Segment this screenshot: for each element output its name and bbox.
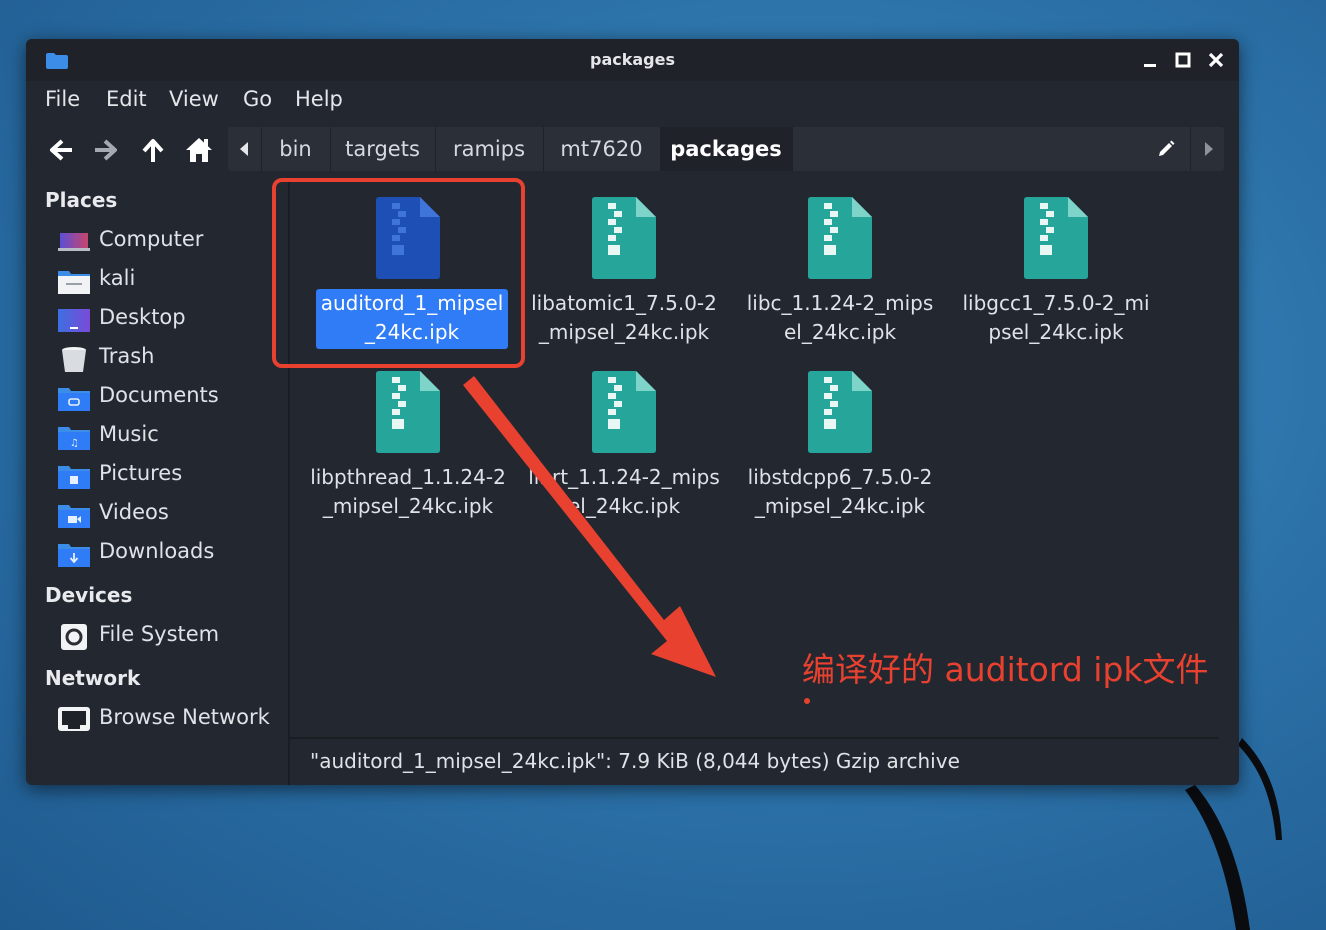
- sidebar-item-label: Music: [99, 422, 159, 446]
- edit-location-pencil-icon[interactable]: [1156, 139, 1176, 159]
- downloads-folder-icon: [58, 544, 90, 567]
- sidebar-item-label: Computer: [99, 227, 204, 251]
- close-icon[interactable]: [1205, 49, 1227, 71]
- sidebar: Places Computer kali Desktop Trash Docum…: [26, 179, 288, 785]
- archive-file-icon: [376, 197, 440, 279]
- archive-file-icon: [1024, 197, 1088, 279]
- sidebar-item-label: Pictures: [99, 461, 183, 485]
- window-title: packages: [590, 50, 675, 69]
- desktop-icon: [58, 309, 90, 332]
- chevron-left-icon: [240, 142, 248, 156]
- svg-text:♫: ♫: [70, 438, 79, 449]
- archive-file-icon: [808, 197, 872, 279]
- file-item-auditord[interactable]: auditord_1_mipsel _24kc.ipk: [300, 179, 516, 349]
- breadcrumb-bin[interactable]: bin: [261, 127, 331, 171]
- sidebar-item-label: File System: [99, 622, 220, 646]
- archive-file-icon: [592, 197, 656, 279]
- file-name: libgcc1_7.5.0-2_mi psel_24kc.ipk: [962, 291, 1150, 344]
- breadcrumb-scroll-right[interactable]: [1190, 127, 1225, 171]
- archive-file-icon: [808, 371, 872, 453]
- menu-bar: File Edit View Go Help: [26, 83, 1239, 119]
- status-bar: "auditord_1_mipsel_24kc.ipk": 7.9 KiB (8…: [290, 737, 1219, 785]
- navigation-toolbar: bin targets ramips mt7620 packages: [26, 127, 1239, 173]
- sidebar-section-network: Network: [45, 666, 141, 690]
- up-arrow-icon[interactable]: [138, 135, 168, 165]
- breadcrumb-scroll-left[interactable]: [228, 127, 262, 171]
- trash-icon: [62, 347, 86, 372]
- menu-view[interactable]: View: [169, 87, 219, 111]
- sidebar-item-label: Videos: [99, 500, 169, 524]
- home-folder-icon: [58, 271, 90, 294]
- file-name: librt_1.1.24-2_mips el_24kc.ipk: [528, 465, 720, 518]
- minimize-icon[interactable]: [1139, 49, 1161, 71]
- breadcrumb: bin targets ramips mt7620 packages: [228, 127, 1224, 171]
- title-bar: packages: [26, 39, 1239, 81]
- breadcrumb-ramips[interactable]: ramips: [435, 127, 544, 171]
- sidebar-item-label: kali: [99, 266, 136, 290]
- annotation-label: 编译好的 auditord ipk文件: [802, 650, 1209, 689]
- videos-folder-icon: [58, 505, 90, 528]
- back-arrow-icon[interactable]: [46, 135, 76, 165]
- drive-icon: [61, 624, 87, 650]
- sidebar-section-devices: Devices: [45, 583, 133, 607]
- menu-file[interactable]: File: [45, 87, 80, 111]
- file-name: auditord_1_mipsel _24kc.ipk: [316, 289, 508, 349]
- file-name: libstdcpp6_7.5.0-2 _mipsel_24kc.ipk: [747, 465, 933, 518]
- documents-folder-icon: [58, 388, 90, 411]
- file-item-libgcc1[interactable]: libgcc1_7.5.0-2_mi psel_24kc.ipk: [948, 179, 1164, 349]
- sidebar-item-label: Trash: [99, 344, 155, 368]
- breadcrumb-mt7620[interactable]: mt7620: [543, 127, 661, 171]
- network-icon: [58, 707, 90, 731]
- computer-icon: [58, 233, 90, 251]
- sidebar-item-label: Documents: [99, 383, 219, 407]
- sidebar-item-label: Downloads: [99, 539, 215, 563]
- forward-arrow-icon[interactable]: [91, 135, 121, 165]
- music-folder-icon: ♫: [58, 427, 90, 450]
- status-text: "auditord_1_mipsel_24kc.ipk": 7.9 KiB (8…: [310, 749, 960, 773]
- file-item-libpthread[interactable]: libpthread_1.1.24-2 _mipsel_24kc.ipk: [300, 353, 516, 523]
- file-name: libc_1.1.24-2_mips el_24kc.ipk: [746, 291, 934, 344]
- file-item-libc[interactable]: libc_1.1.24-2_mips el_24kc.ipk: [732, 179, 948, 349]
- home-icon[interactable]: [184, 135, 214, 165]
- menu-help[interactable]: Help: [295, 87, 343, 111]
- file-item-libstdcpp6[interactable]: libstdcpp6_7.5.0-2 _mipsel_24kc.ipk: [732, 353, 948, 523]
- file-item-libatomic1[interactable]: libatomic1_7.5.0-2 _mipsel_24kc.ipk: [516, 179, 732, 349]
- sidebar-item-label: Desktop: [99, 305, 186, 329]
- archive-file-icon: [592, 371, 656, 453]
- breadcrumb-targets[interactable]: targets: [330, 127, 436, 171]
- sidebar-item-label: Browse Network: [99, 705, 270, 729]
- breadcrumb-packages[interactable]: packages: [660, 127, 793, 171]
- menu-go[interactable]: Go: [243, 87, 272, 111]
- sidebar-section-places: Places: [45, 188, 118, 212]
- chevron-right-icon: [1205, 142, 1213, 156]
- file-item-librt[interactable]: librt_1.1.24-2_mips el_24kc.ipk: [516, 353, 732, 523]
- maximize-icon[interactable]: [1172, 49, 1194, 71]
- file-name: libatomic1_7.5.0-2 _mipsel_24kc.ipk: [531, 291, 717, 344]
- archive-file-icon: [376, 371, 440, 453]
- menu-edit[interactable]: Edit: [106, 87, 147, 111]
- file-name: libpthread_1.1.24-2 _mipsel_24kc.ipk: [310, 465, 506, 518]
- pictures-folder-icon: [58, 466, 90, 489]
